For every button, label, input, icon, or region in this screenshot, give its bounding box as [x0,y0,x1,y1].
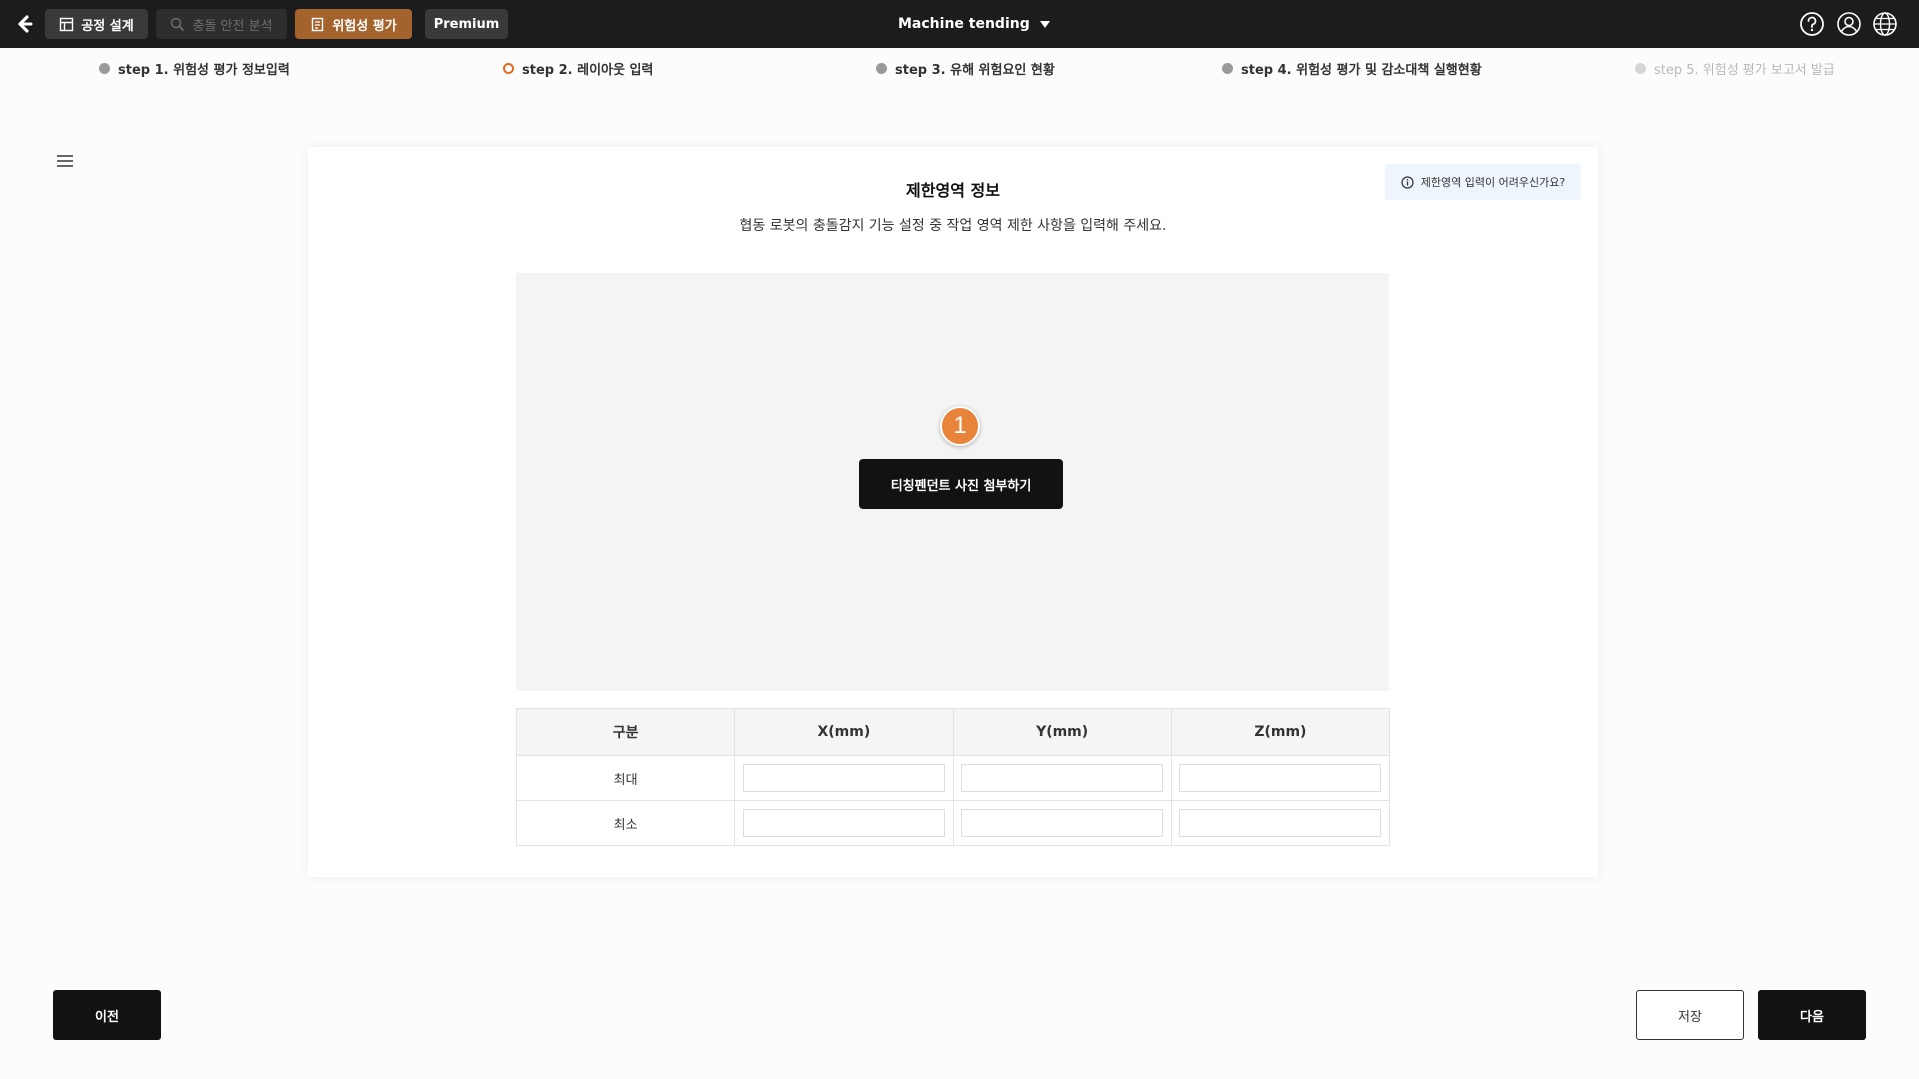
step-2[interactable]: step 2. 레이아웃 입력 [503,58,653,78]
column-header: 구분 [515,708,736,756]
step-4[interactable]: step 4. 위험성 평가 및 감소대책 실행현황 [1222,58,1482,78]
user-icon[interactable] [1836,11,1862,37]
project-selector[interactable]: Machine tending [898,12,1050,36]
step-label: step 2. 레이아웃 입력 [522,62,654,78]
save-button[interactable]: 저장 [1636,990,1744,1040]
restricted-area-card: 제한영역 정보 협동 로봇의 충돌감지 기능 설정 중 작업 영역 제한 사항을… [308,147,1598,877]
column-header: Z(mm) [1170,708,1391,756]
next-button[interactable]: 다음 [1758,990,1866,1040]
tab-premium[interactable]: Premium [425,9,508,39]
document-icon [312,17,324,31]
top-navigation-bar: 공정 설계 충돌 안전 분석 위험성 평가 Premium Machine te… [0,0,1919,48]
caret-down-icon [1039,20,1050,28]
photo-drop-area[interactable]: 1 티칭펜던트 사진 첨부하기 [516,273,1389,691]
limit-table: 구분 X(mm) Y(mm) Z(mm) 최대 최소 [515,708,1391,846]
tab-collision-safety-analysis[interactable]: 충돌 안전 분석 [156,9,287,39]
column-header: Y(mm) [952,708,1172,756]
card-description: 협동 로봇의 충돌감지 기능 설정 중 작업 영역 제한 사항을 입력해 주세요… [739,218,1167,234]
attach-teach-pendant-photo-button[interactable]: 티칭펜던트 사진 첨부하기 [859,459,1063,509]
step-3[interactable]: step 3. 유해 위험요인 현황 [876,58,1055,78]
tab-label: 공정 설계 [81,18,134,34]
tab-label: 위험성 평가 [332,18,397,34]
step-1[interactable]: step 1. 위험성 평가 정보입력 [99,58,290,78]
info-icon [1401,175,1414,189]
hamburger-menu-icon[interactable] [57,155,73,169]
table-row: 최소 [515,800,1391,846]
tab-label: 충돌 안전 분석 [192,18,273,34]
tab-process-design[interactable]: 공정 설계 [45,9,148,39]
project-name: Machine tending [898,16,1030,32]
min-y-input[interactable] [961,809,1164,837]
layout-icon [60,17,74,31]
help-chip-label: 제한영역 입력이 어려우신가요? [1420,176,1566,189]
step-dot [1635,62,1646,74]
step-dot [876,62,887,74]
back-arrow-icon[interactable] [12,12,38,36]
step-dot [99,62,110,74]
table-row: 최대 [515,755,1391,801]
table-header-row: 구분 X(mm) Y(mm) Z(mm) [515,708,1391,756]
help-icon[interactable] [1799,11,1825,37]
max-x-input[interactable] [742,764,945,792]
tab-label: Premium [433,16,500,32]
step-dot [1222,62,1233,74]
step-label: step 1. 위험성 평가 정보입력 [118,62,290,78]
step-marker-badge: 1 [940,406,980,446]
max-y-input[interactable] [961,764,1164,792]
tab-risk-assessment[interactable]: 위험성 평가 [295,9,412,39]
help-chip[interactable]: 제한영역 입력이 어려우신가요? [1385,164,1581,200]
column-header: X(mm) [734,708,954,756]
min-z-input[interactable] [1179,809,1382,837]
step-label: step 3. 유해 위험요인 현황 [895,62,1055,78]
globe-icon[interactable] [1872,11,1898,37]
search-analysis-icon [171,17,185,31]
step-dot [503,62,514,74]
row-label: 최대 [515,755,736,801]
step-label: step 5. 위험성 평가 보고서 발급 [1654,62,1835,78]
step-label: step 4. 위험성 평가 및 감소대책 실행현황 [1241,62,1482,78]
min-x-input[interactable] [742,809,945,837]
step-5: step 5. 위험성 평가 보고서 발급 [1635,58,1835,78]
max-z-input[interactable] [1179,764,1382,792]
row-label: 최소 [515,800,736,846]
previous-button[interactable]: 이전 [53,990,161,1040]
